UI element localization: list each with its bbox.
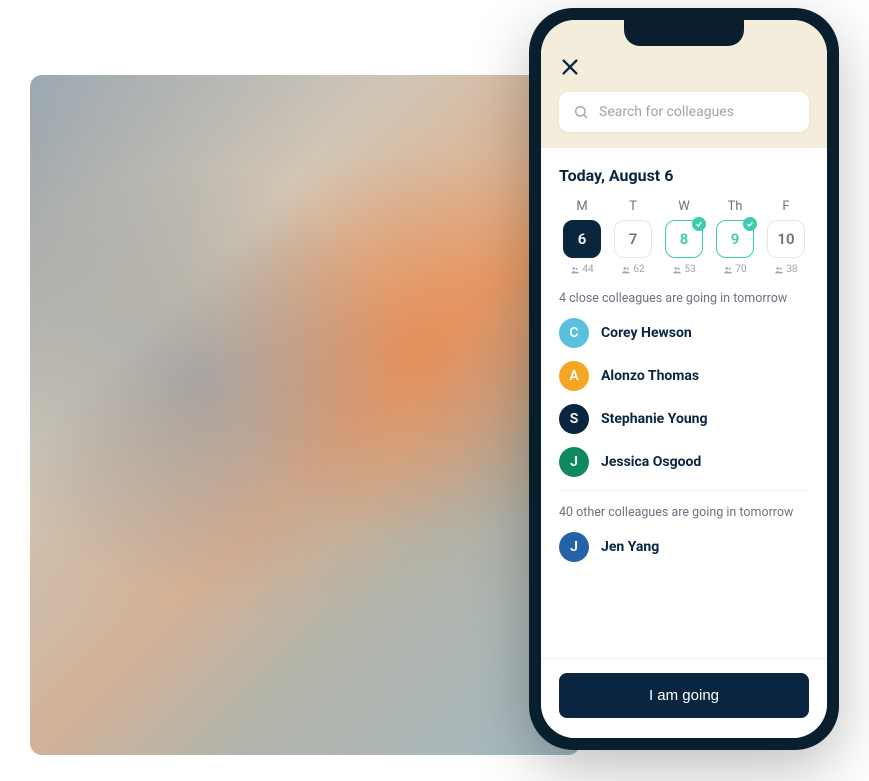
people-icon: [723, 265, 733, 275]
colleague-name: Corey Hewson: [601, 325, 692, 341]
day-count-num: 53: [684, 264, 695, 275]
search-placeholder: Search for colleagues: [599, 104, 734, 120]
day-count-num: 62: [633, 264, 644, 275]
avatar: J: [559, 532, 589, 562]
colleague-row[interactable]: A Alonzo Thomas: [559, 361, 809, 391]
week-row: M 6 44 T 7 62 W: [559, 199, 809, 275]
colleague-row[interactable]: C Corey Hewson: [559, 318, 809, 348]
check-badge-icon: [692, 217, 706, 231]
people-icon: [621, 265, 631, 275]
day-num: 8: [680, 230, 689, 248]
avatar: A: [559, 361, 589, 391]
colleague-name: Alonzo Thomas: [601, 368, 699, 384]
date-title: Today, August 6: [559, 166, 809, 185]
avatar: J: [559, 447, 589, 477]
screen-content: Today, August 6 M 6 44 T 7 62: [541, 148, 827, 658]
photo-overlay: [30, 75, 580, 755]
colleague-name: Jessica Osgood: [601, 454, 701, 470]
day-chip-tue[interactable]: 7: [614, 220, 652, 258]
day-chip-fri[interactable]: 10: [767, 220, 805, 258]
day-col-wed: W 8 53: [661, 199, 707, 275]
day-count-num: 38: [786, 264, 797, 275]
day-count: 62: [621, 264, 644, 275]
colleague-row[interactable]: S Stephanie Young: [559, 404, 809, 434]
day-count: 53: [672, 264, 695, 275]
avatar: S: [559, 404, 589, 434]
search-icon: [573, 104, 589, 120]
colleague-row[interactable]: J Jessica Osgood: [559, 447, 809, 477]
footer: I am going: [541, 658, 827, 738]
people-icon: [672, 265, 682, 275]
search-input[interactable]: Search for colleagues: [559, 92, 809, 132]
day-count: 38: [774, 264, 797, 275]
close-icon[interactable]: [559, 56, 581, 78]
day-label: Th: [728, 199, 743, 214]
day-count: 70: [723, 264, 746, 275]
colleague-name: Jen Yang: [601, 539, 659, 555]
colleague-row[interactable]: J Jen Yang: [559, 532, 809, 562]
day-label: T: [629, 199, 637, 214]
other-colleagues-label: 40 other colleagues are going in tomorro…: [559, 505, 809, 520]
phone-frame: Search for colleagues Today, August 6 M …: [529, 8, 839, 750]
day-count-num: 70: [735, 264, 746, 275]
day-count-num: 44: [582, 264, 593, 275]
i-am-going-button[interactable]: I am going: [559, 673, 809, 718]
day-num: 6: [578, 230, 587, 248]
day-label: W: [678, 199, 690, 214]
people-icon: [570, 265, 580, 275]
day-col-fri: F 10 38: [763, 199, 809, 275]
other-colleagues-section: 40 other colleagues are going in tomorro…: [559, 490, 809, 562]
day-label: F: [782, 199, 789, 214]
day-num: 9: [731, 230, 740, 248]
phone-notch: [624, 20, 744, 46]
day-label: M: [576, 199, 587, 214]
day-col-tue: T 7 62: [610, 199, 656, 275]
day-count: 44: [570, 264, 593, 275]
colleague-name: Stephanie Young: [601, 411, 708, 427]
day-chip-thu[interactable]: 9: [716, 220, 754, 258]
people-icon: [774, 265, 784, 275]
day-num: 7: [629, 230, 638, 248]
phone-screen: Search for colleagues Today, August 6 M …: [541, 20, 827, 738]
office-photo: [30, 75, 580, 755]
avatar: C: [559, 318, 589, 348]
close-colleagues-label: 4 close colleagues are going in tomorrow: [559, 291, 809, 306]
check-badge-icon: [743, 217, 757, 231]
day-num: 10: [777, 230, 794, 248]
day-chip-wed[interactable]: 8: [665, 220, 703, 258]
day-col-mon: M 6 44: [559, 199, 605, 275]
day-col-thu: Th 9 70: [712, 199, 758, 275]
day-chip-mon[interactable]: 6: [563, 220, 601, 258]
